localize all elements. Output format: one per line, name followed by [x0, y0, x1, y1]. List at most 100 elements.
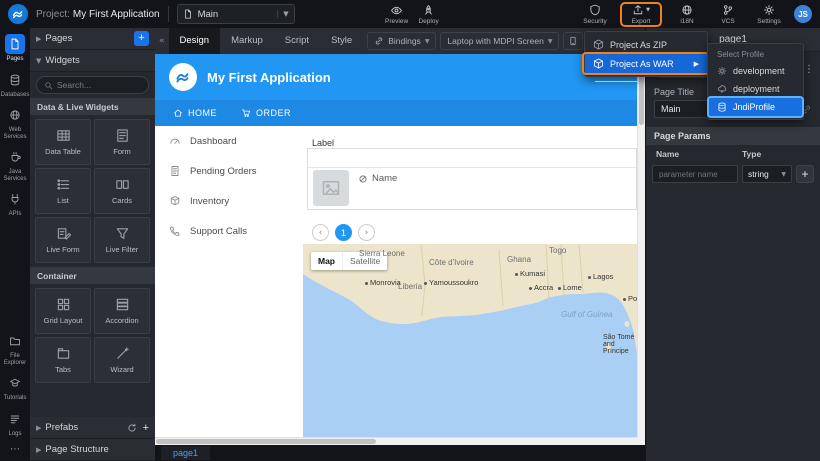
rail-item-logs[interactable]: Logs [1, 409, 30, 438]
canvas-vertical-scrollbar[interactable] [637, 54, 645, 437]
nav-item-home[interactable]: HOME [173, 108, 217, 118]
widget-tile-form[interactable]: Form [94, 119, 150, 165]
profile-submenu: Select Profile development deployment Jn… [707, 43, 804, 120]
pages-section-header[interactable]: ▶ Pages + [30, 28, 155, 50]
refresh-icon[interactable] [127, 423, 137, 433]
pagination-prev-button[interactable]: ‹ [312, 224, 329, 241]
design-canvas[interactable]: My First Application Search HOME ORDER D… [155, 54, 645, 445]
i18n-button[interactable]: i18N [671, 4, 703, 25]
column-type: Type [742, 149, 761, 159]
user-avatar[interactable]: JS [794, 5, 812, 23]
canvas-horizontal-scrollbar[interactable] [155, 437, 637, 445]
rail-item-web-services[interactable]: Web Services [1, 105, 30, 140]
cart-icon [241, 108, 251, 118]
map-label-gulf-of-guinea: Gulf of Guinea [561, 310, 613, 319]
list-widget-panel[interactable]: Name [307, 148, 637, 210]
map-widget[interactable]: Map Satellite Sierra Leone Côte d'Ivoire… [303, 244, 637, 437]
chevron-icon: ▶ [36, 446, 41, 454]
add-prefab-button[interactable]: + [143, 422, 149, 434]
prefabs-section-header[interactable]: ▶ Prefabs + [30, 417, 155, 439]
menu-item-project-as-zip[interactable]: Project As ZIP [585, 35, 707, 54]
widget-tile-list[interactable]: List [35, 168, 91, 214]
map-label-lome: Lome [558, 283, 582, 292]
form-icon [115, 128, 130, 143]
api-plug-icon [5, 189, 25, 209]
rail-item-pages[interactable]: Pages [1, 34, 30, 63]
rail-item-file-explorer[interactable]: File Explorer [1, 331, 30, 366]
bindings-dropdown[interactable]: Bindings ▼ [367, 32, 436, 50]
widgets-section-header[interactable]: ▼ Widgets [30, 50, 155, 72]
map-button[interactable]: Map [311, 252, 342, 270]
panel-more-icon[interactable]: ⋮ [804, 64, 814, 75]
menu-item-dashboard[interactable]: Dashboard [155, 126, 303, 156]
widget-tile-cards[interactable]: Cards [94, 168, 150, 214]
menu-item-pending-orders[interactable]: Pending Orders [155, 156, 303, 186]
database-icon [5, 70, 25, 90]
widget-tile-live-filter[interactable]: Live Filter [94, 217, 150, 263]
data-table-icon [56, 128, 71, 143]
more-icon[interactable]: ⋯ [10, 444, 20, 457]
settings-button[interactable]: Settings [753, 4, 785, 25]
param-name-input[interactable] [652, 165, 738, 183]
menu-item-support-calls[interactable]: Support Calls [155, 216, 303, 246]
page-selector-dropdown[interactable]: Main ▼ [177, 4, 295, 24]
submenu-item-deployment[interactable]: deployment [708, 80, 803, 98]
map-label-ghana: Ghana [507, 255, 531, 264]
add-param-button[interactable]: + [796, 165, 814, 183]
deploy-button[interactable]: Deploy [413, 4, 445, 25]
project-breadcrumb: Project:My First Application [36, 9, 160, 20]
open-page-tab[interactable]: page1 [161, 446, 210, 460]
export-button[interactable]: ▼ Export [625, 4, 657, 25]
page-params-section-header[interactable]: Page Params [646, 127, 820, 145]
chevron-down-icon: ▼ [425, 38, 430, 45]
search-icon [44, 81, 53, 90]
vcs-button[interactable]: VCS [712, 4, 744, 25]
widget-tile-live-form[interactable]: Live Form [35, 217, 91, 263]
tabs-icon [56, 346, 71, 361]
dashboard-icon [169, 135, 181, 147]
folder-icon [5, 331, 25, 351]
security-button[interactable]: Security [579, 4, 611, 25]
tab-style[interactable]: Style [320, 28, 363, 54]
label-widget[interactable]: Label [312, 138, 334, 148]
tab-design[interactable]: Design [169, 28, 221, 54]
param-type-select[interactable]: string ▼ [742, 165, 792, 183]
widget-tile-data-table[interactable]: Data Table [35, 119, 91, 165]
shield-icon [589, 4, 601, 16]
canvas-footer: page1 [155, 445, 645, 461]
rail-item-tutorials[interactable]: Tutorials [1, 373, 30, 402]
profile-gear-icon [717, 66, 727, 76]
rail-item-databases[interactable]: Databases [1, 70, 30, 99]
device-preview-dropdown[interactable]: Laptop with MDPI Screen ▼ [440, 32, 559, 50]
add-page-button[interactable]: + [134, 31, 149, 46]
page-structure-section-header[interactable]: ▶ Page Structure [30, 439, 155, 461]
chevron-icon: ▶ [36, 35, 41, 43]
submenu-item-jndiprofile[interactable]: JndiProfile [708, 98, 803, 116]
phone-icon [568, 36, 578, 46]
widget-tile-wizard[interactable]: Wizard [94, 337, 150, 383]
widget-tile-grid-layout[interactable]: Grid Layout [35, 288, 91, 334]
menu-item-inventory[interactable]: Inventory [155, 186, 303, 216]
device-orientation-button[interactable] [563, 32, 583, 50]
app-nav-bar: HOME ORDER [155, 100, 645, 126]
widget-tile-tabs[interactable]: Tabs [35, 337, 91, 383]
tab-script[interactable]: Script [274, 28, 320, 54]
rail-item-java-services[interactable]: Java Services [1, 147, 30, 182]
rail-item-apis[interactable]: APIs [1, 189, 30, 218]
pagination-page-1[interactable]: 1 [335, 224, 352, 241]
widget-tile-accordion[interactable]: Accordion [94, 288, 150, 334]
widget-search-input[interactable]: Search... [36, 76, 149, 94]
nav-item-order[interactable]: ORDER [241, 108, 291, 118]
submenu-item-development[interactable]: development [708, 62, 803, 80]
scrollbar-thumb[interactable] [156, 439, 376, 444]
wavemaker-logo-icon[interactable] [8, 4, 28, 24]
collapse-left-panel-icon[interactable]: « [155, 36, 169, 46]
tab-markup[interactable]: Markup [220, 28, 274, 54]
package-icon [593, 58, 604, 69]
preview-button[interactable]: Preview [381, 4, 413, 25]
pagination-next-button[interactable]: › [358, 224, 375, 241]
chevron-down-icon: ▼ [781, 171, 786, 178]
menu-item-project-as-war[interactable]: Project As WAR ▶ [585, 54, 707, 73]
widget-group-title: Data & Live Widgets [30, 98, 155, 115]
name-field[interactable]: Name [358, 173, 397, 184]
